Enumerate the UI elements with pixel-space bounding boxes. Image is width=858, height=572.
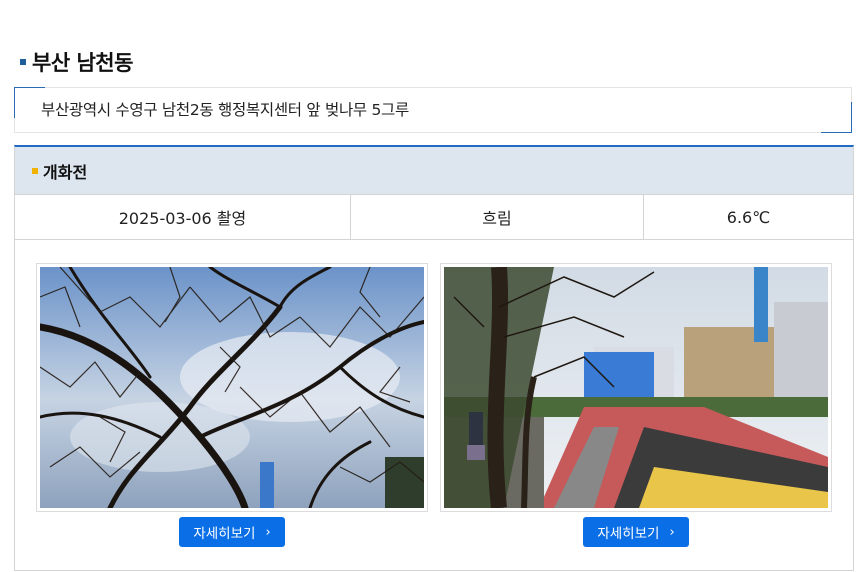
- weather: 흐림: [351, 195, 644, 239]
- photo-branches[interactable]: [36, 263, 428, 512]
- branches-photo-image: [40, 267, 424, 508]
- detail-button-label: 자세히보기: [193, 526, 256, 542]
- address-text: 부산광역시 수영구 남천2동 행정복지센터 앞 벚나무 5그루: [41, 101, 409, 119]
- page-title-text: 부산 남천동: [32, 51, 133, 75]
- section-heading: 개화전: [43, 162, 88, 182]
- detail-button-2[interactable]: 자세히보기 ›: [583, 517, 689, 547]
- date-taken: 2025-03-06 촬영: [15, 195, 351, 239]
- heading-marker-icon: [32, 167, 38, 174]
- section-header: 개화전: [15, 147, 853, 195]
- info-row: 2025-03-06 촬영 흐림 6.6℃: [15, 195, 853, 240]
- chevron-right-icon: ›: [669, 524, 675, 540]
- title-marker-icon: [20, 59, 26, 65]
- address-box: 부산광역시 수영구 남천2동 행정복지센터 앞 벚나무 5그루: [14, 87, 852, 133]
- detail-button-label: 자세히보기: [597, 526, 660, 542]
- corner-decoration: [821, 102, 852, 133]
- bloom-section: 개화전 2025-03-06 촬영 흐림 6.6℃ 자세히보기 › 자세히보기 …: [14, 145, 854, 571]
- street-photo-image: [444, 267, 828, 508]
- detail-button-1[interactable]: 자세히보기 ›: [179, 517, 285, 547]
- temperature: 6.6℃: [726, 207, 771, 227]
- chevron-right-icon: ›: [265, 524, 271, 540]
- photo-street[interactable]: [440, 263, 832, 512]
- page-title: 부산 남천동: [20, 47, 133, 77]
